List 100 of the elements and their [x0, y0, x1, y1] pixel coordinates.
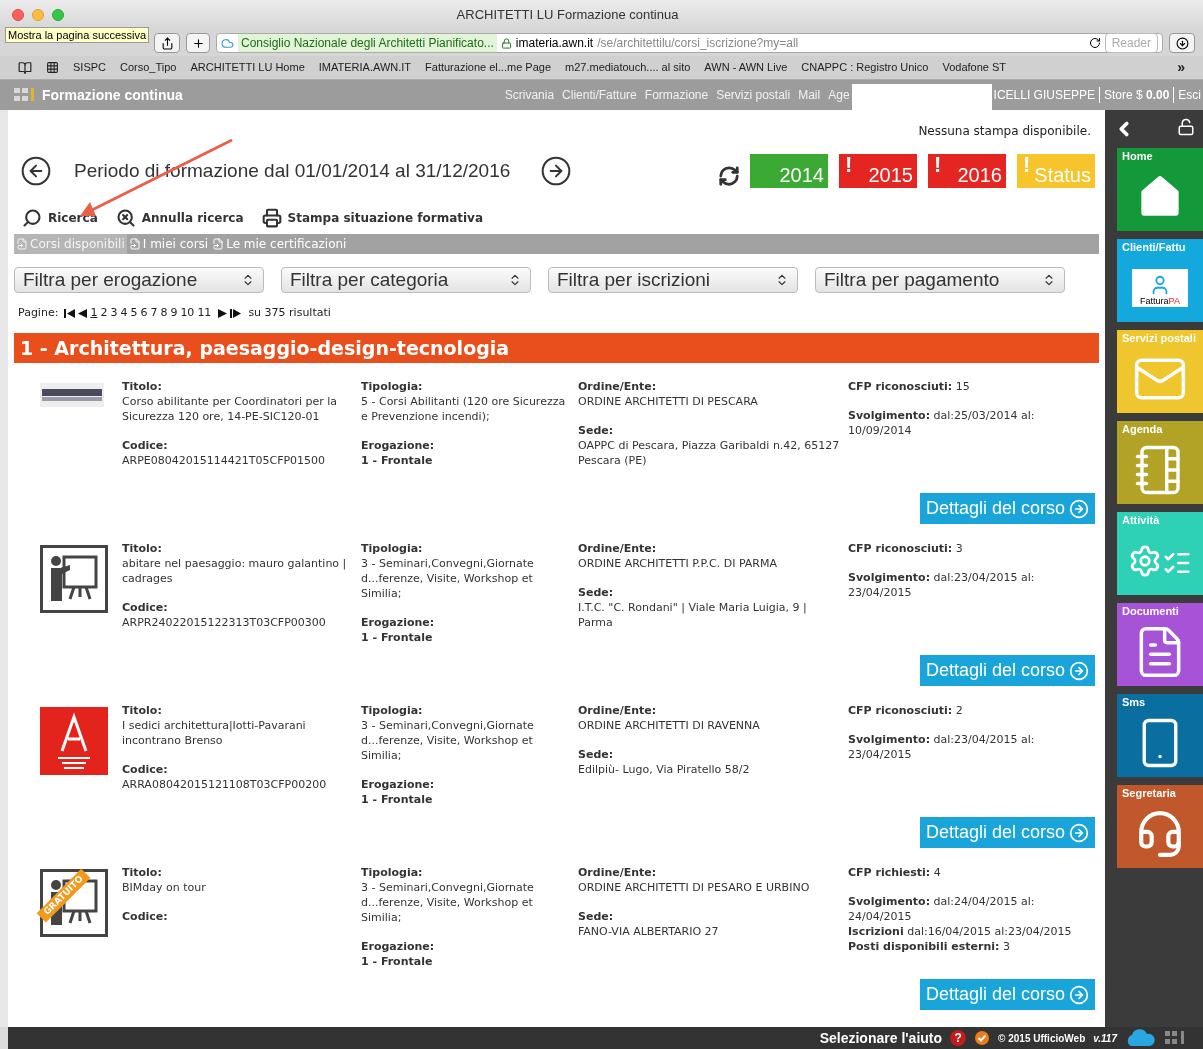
page-link[interactable]: 1	[90, 304, 98, 322]
category-header: 1 - Architettura, paesaggio-design-tecnologia	[14, 333, 1099, 363]
close-window-icon[interactable]	[12, 9, 24, 21]
field-value: ORDINE ARCHITETTI P.P.C. DI PARMA	[578, 556, 778, 571]
first-page-icon[interactable]	[64, 308, 76, 318]
previous-page-icon[interactable]	[78, 308, 88, 318]
credits-text: CFP riconosciuti: 2	[848, 703, 964, 718]
address-field[interactable]: Consiglio Nazionale degli Architetti Pianificato... imateria.awn.it /se/architettilu/corsi_iscrizione?my=all Reader	[216, 33, 1163, 53]
bookmark-link[interactable]: Fatturazione el...me Page	[425, 59, 551, 76]
bookmark-link[interactable]: SISPC	[73, 59, 106, 76]
sidebar-tile[interactable]: Clienti/Fattu FatturaPA	[1117, 239, 1203, 322]
presenter-icon	[40, 869, 108, 937]
credits-text: CFP riconosciuti: 3	[848, 541, 964, 556]
downloads-button[interactable]	[1169, 33, 1195, 53]
course-detail: Svolgimento: dal:23/04/2015 al: 23/04/2015	[848, 570, 1036, 600]
field-value: abitare nel paesaggio: mauro galantino | cadrages	[122, 556, 348, 586]
arrow-right-icon	[1069, 984, 1089, 1005]
print-status-text: Nessuna stampa disponibile.	[918, 123, 1091, 140]
field-label: Sede:	[578, 423, 615, 438]
page-link[interactable]: 5	[130, 304, 138, 322]
book-icon[interactable]	[18, 60, 32, 75]
more-bookmarks-button[interactable]: »	[1177, 57, 1185, 78]
arrow-right-icon	[1069, 822, 1089, 843]
field-label: Tipologia:	[361, 703, 424, 718]
page-link[interactable]: 4	[120, 304, 128, 322]
page-link[interactable]: 11	[197, 304, 212, 322]
field-label: Codice:	[122, 909, 169, 924]
bookmark-link[interactable]: IMATERIA.AWN.IT	[318, 59, 412, 76]
search-action-button[interactable]: Ricerca	[22, 208, 98, 228]
field-label: Erogazione:	[361, 939, 436, 954]
bookmark-link[interactable]: m27.mediatouch.... al sito	[565, 59, 691, 76]
grid-icon[interactable]	[46, 61, 59, 74]
bookmark-link[interactable]: ARCHITETTI LU Home	[190, 59, 305, 76]
arrow-right-icon	[1069, 660, 1089, 681]
field-value: I sedici architettura|Iotti-Pavarani incontrano Brenso	[122, 718, 307, 748]
page-link[interactable]: 7	[150, 304, 158, 322]
search-action-button[interactable]: Annulla ricerca	[115, 208, 244, 228]
bookmark-link[interactable]: CNAPPC : Registro Unico	[801, 59, 929, 76]
sidebar-tile[interactable]: Sms	[1117, 694, 1203, 777]
field-label: Tipologia:	[361, 541, 424, 556]
organization-logo	[40, 383, 104, 407]
page-link[interactable]: 2	[100, 304, 108, 322]
next-period-icon[interactable]	[540, 155, 573, 187]
cnappc-logo	[14, 86, 36, 104]
sidebar-tile[interactable]: Segretaria	[1117, 785, 1203, 868]
page-link[interactable]: 3	[110, 304, 118, 322]
invoice-caption: Fattura	[1140, 295, 1169, 306]
field-label: Erogazione:	[361, 438, 436, 453]
field-value: 1 - Frontale	[361, 453, 434, 468]
new-tab-button[interactable]	[186, 33, 210, 53]
url-host: imateria.awn.it	[515, 35, 594, 52]
share-button[interactable]	[154, 33, 180, 53]
bookmark-link[interactable]: Corso_Tipo	[120, 59, 177, 76]
filter-select[interactable]: Filtra per iscrizioni	[548, 267, 798, 293]
filter-select[interactable]: Filtra per erogazione	[14, 267, 264, 293]
field-label: Tipologia:	[361, 379, 424, 394]
window-title: ARCHITETTI LU Formazione continua	[456, 6, 679, 25]
search-action-button[interactable]: Stampa situazione formativa	[261, 208, 483, 228]
organization-logo	[40, 707, 108, 775]
field-label: Titolo:	[122, 703, 163, 718]
download-icon	[1175, 36, 1189, 50]
year-status-box[interactable]: ! 2015	[839, 154, 917, 188]
unlock-icon[interactable]	[1177, 118, 1195, 136]
sidebar-tile[interactable]: Home	[1117, 148, 1203, 231]
field-label: Codice:	[122, 762, 169, 777]
field-label: Tipologia:	[361, 865, 424, 880]
filter-select[interactable]: Filtra per categoria	[281, 267, 531, 293]
field-value: Corso abilitante per Coordinatori per la Sicurezza 120 ore, 14-PE-SIC120-01	[122, 394, 339, 424]
field-value: 5 - Corsi Abilitanti (120 ore Sicurezza e Prevenzione incendi);	[361, 394, 567, 424]
help-icon[interactable]: ?	[950, 1030, 967, 1046]
site-identity-badge: Consiglio Nazionale degli Architetti Pianificato...	[238, 34, 497, 52]
field-value: ORDINE ARCHITETTI DI RAVENNA	[578, 718, 761, 733]
field-value: 3 - Seminari,Convegni,Giornate d...ferenze, Visite, Workshop et Similia;	[361, 556, 535, 601]
page-link[interactable]: 10	[180, 304, 195, 322]
field-value: Edilpiù- Lugo, Via Piratello 58/2	[578, 762, 751, 777]
field-label: Erogazione:	[361, 777, 436, 792]
year-status-box[interactable]: ! 2016	[928, 154, 1006, 188]
field-label: Ordine/Ente:	[578, 865, 658, 880]
page-link[interactable]: 6	[140, 304, 148, 322]
reload-icon[interactable]	[1088, 37, 1101, 49]
previous-period-icon[interactable]	[20, 155, 52, 187]
field-label: Codice:	[122, 438, 169, 453]
course-detail: Svolgimento: dal:23/04/2015 al: 23/04/2015	[848, 732, 1036, 762]
sidebar-tile[interactable]: Documenti	[1117, 603, 1203, 686]
bookmark-link[interactable]: AWN - AWN Live	[704, 59, 788, 76]
field-label: Ordine/Ente:	[578, 541, 658, 556]
alert-mark: !	[844, 154, 853, 176]
tile-label: Sms	[1122, 696, 1147, 708]
page-link[interactable]: 8	[160, 304, 168, 322]
filter-select[interactable]: Filtra per pagamento	[815, 267, 1065, 293]
last-page-icon[interactable]	[230, 308, 242, 318]
share-icon	[160, 36, 174, 50]
field-label: Codice:	[122, 600, 169, 615]
field-label: Sede:	[578, 585, 615, 600]
page-link[interactable]: 9	[170, 304, 178, 322]
bookmark-link[interactable]: Vodafone ST	[942, 59, 1007, 76]
refresh-icon[interactable]	[718, 165, 740, 187]
next-page-icon[interactable]	[218, 308, 228, 318]
field-label: Ordine/Ente:	[578, 379, 658, 394]
search-icon	[22, 208, 42, 228]
